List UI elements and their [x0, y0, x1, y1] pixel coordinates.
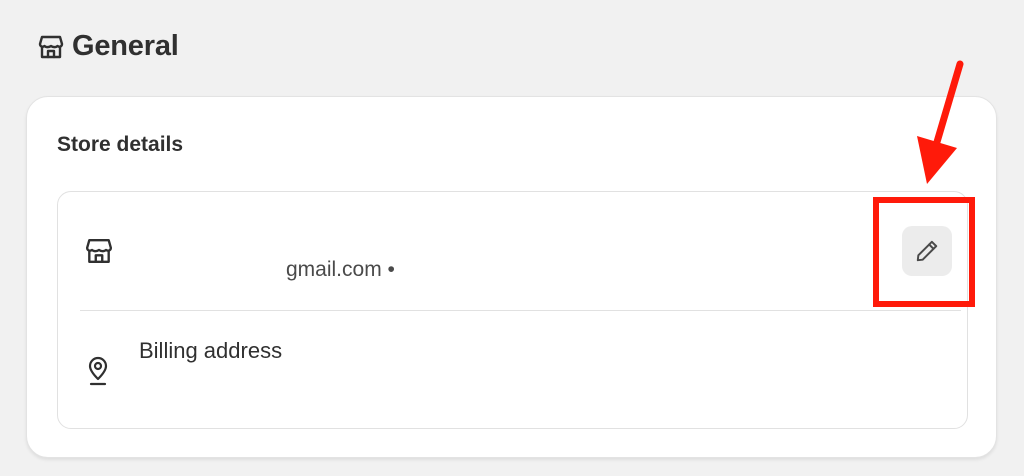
- store-icon: [38, 34, 64, 60]
- billing-address-row[interactable]: Billing address: [58, 311, 967, 429]
- store-info-row: gmail.com •: [58, 192, 967, 310]
- page-header: General: [38, 30, 179, 63]
- billing-address-label: Billing address: [139, 338, 283, 363]
- annotation-arrow-icon: [917, 60, 964, 184]
- store-details-box: gmail.com • Billing address: [57, 191, 968, 429]
- annotation-highlight-box: [873, 197, 975, 307]
- location-pin-icon: [86, 356, 110, 386]
- page-title: General: [72, 30, 179, 62]
- card-title: Store details: [57, 133, 184, 156]
- store-icon: [85, 237, 113, 265]
- store-email-text: gmail.com •: [286, 258, 395, 281]
- store-details-card: Store details gmail.com • Billing addres…: [26, 96, 997, 458]
